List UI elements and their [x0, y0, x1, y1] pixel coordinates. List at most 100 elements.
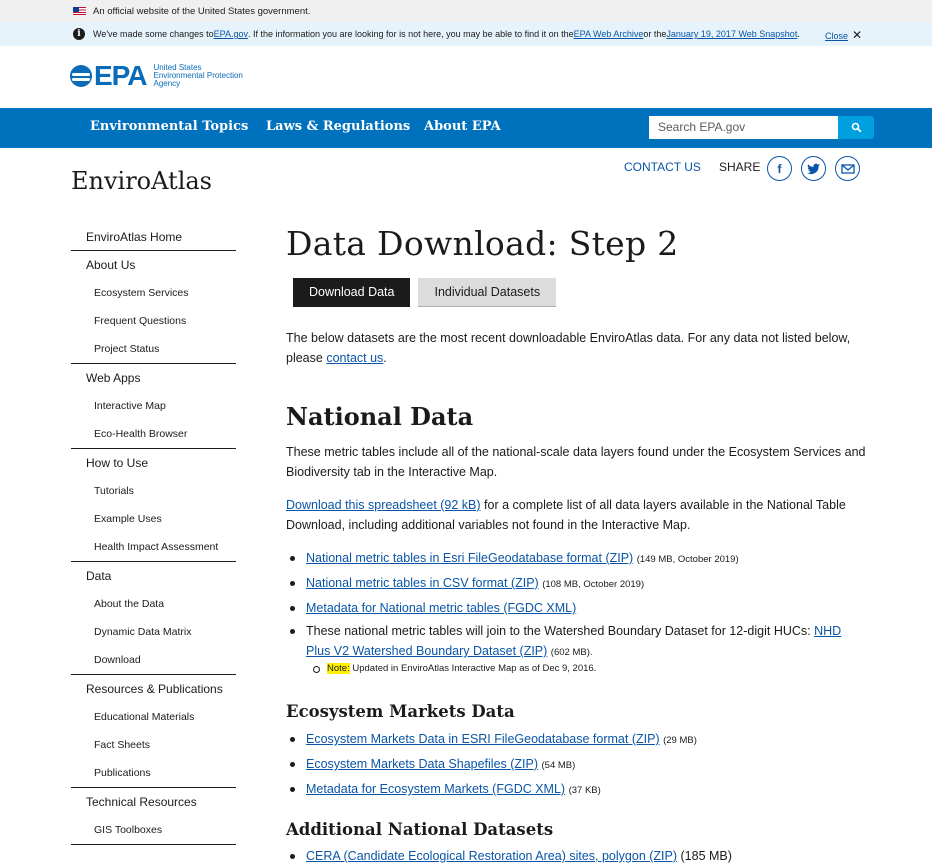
search-input[interactable]: Search EPA.gov	[649, 116, 838, 139]
list-item: Metadata for Ecosystem Markets (FGDC XML…	[286, 779, 866, 801]
sidebar-group-about: About Us Ecosystem Services Frequent Que…	[71, 251, 236, 364]
sidebar-subitem[interactable]: Health Impact Assessment	[71, 533, 236, 561]
intro-text: .	[383, 351, 387, 365]
download-link[interactable]: Ecosystem Markets Data in ESRI FileGeoda…	[306, 732, 660, 746]
nav-environmental-topics[interactable]: Environmental Topics	[90, 119, 248, 134]
list-item: These national metric tables will join t…	[286, 621, 866, 663]
page-title: Data Download: Step 2	[286, 224, 679, 263]
sidebar-subitem[interactable]: Eco-Health Browser	[71, 420, 236, 448]
close-notice-button[interactable]: Close ✕	[825, 28, 862, 42]
sidebar-subitem[interactable]: GIS Toolboxes	[71, 816, 236, 844]
envelope-glyph	[840, 163, 855, 174]
note-label: Note:	[327, 663, 350, 674]
download-link[interactable]: CERA (Candidate Ecological Restoration A…	[306, 849, 677, 863]
close-icon[interactable]: ✕	[852, 28, 862, 42]
download-spreadsheet-link[interactable]: Download this spreadsheet (92 kB)	[286, 498, 481, 512]
file-meta: (149 MB, October 2019)	[636, 554, 739, 565]
huc-text: These national metric tables will join t…	[306, 624, 815, 638]
email-icon[interactable]	[835, 156, 860, 181]
sidebar-subitem[interactable]: Educational Materials	[71, 703, 236, 731]
spreadsheet-paragraph: Download this spreadsheet (92 kB) for a …	[286, 495, 866, 535]
tab-bar: Download Data Individual Datasets	[293, 278, 557, 307]
notice-text: or the	[643, 29, 667, 39]
additional-datasets-heading: Additional National Datasets	[286, 820, 554, 839]
download-link[interactable]: National metric tables in Esri FileGeoda…	[306, 551, 633, 565]
site-header: EPA United States Environmental Protecti…	[0, 46, 932, 108]
metadata-link[interactable]: Metadata for National metric tables (FGD…	[306, 601, 576, 615]
list-item: Ecosystem Markets Data in ESRI FileGeoda…	[286, 729, 866, 751]
sidebar-nav: EnviroAtlas Home About Us Ecosystem Serv…	[71, 223, 236, 845]
sidebar-subitem[interactable]: Publications	[71, 759, 236, 787]
tab-download-data[interactable]: Download Data	[293, 278, 411, 307]
download-link[interactable]: Ecosystem Markets Data Shapefiles (ZIP)	[306, 757, 538, 771]
main-nav: Environmental Topics Laws & Regulations …	[0, 108, 932, 148]
nav-laws-regulations[interactable]: Laws & Regulations	[266, 119, 410, 134]
notice-text: .	[797, 29, 800, 39]
web-archive-link[interactable]: EPA Web Archive	[574, 29, 644, 39]
epa-logo[interactable]: EPA United States Environmental Protecti…	[70, 60, 243, 91]
contact-us-link[interactable]: CONTACT US	[624, 160, 701, 174]
sidebar-group-how-to-use: How to Use Tutorials Example Uses Health…	[71, 449, 236, 562]
contact-us-inline-link[interactable]: contact us	[326, 351, 383, 365]
file-meta: (37 KB)	[568, 785, 601, 796]
twitter-bird-glyph	[806, 163, 820, 174]
site-title[interactable]: EnviroAtlas	[71, 167, 212, 195]
sidebar-item-data[interactable]: Data	[71, 562, 236, 590]
list-item: National metric tables in CSV format (ZI…	[286, 573, 866, 595]
search-icon	[851, 122, 861, 133]
markets-download-list: Ecosystem Markets Data in ESRI FileGeoda…	[286, 729, 866, 801]
epa-gov-link[interactable]: EPA.gov	[214, 29, 248, 39]
main-content: Data Download: Step 2 Download Data Indi…	[286, 224, 866, 863]
intro-paragraph: The below datasets are the most recent d…	[286, 328, 866, 368]
sidebar-group-technical: Technical Resources GIS Toolboxes	[71, 788, 236, 845]
list-item: Ecosystem Markets Data Shapefiles (ZIP) …	[286, 754, 866, 776]
sidebar-subitem[interactable]: Fact Sheets	[71, 731, 236, 759]
additional-download-list: CERA (Candidate Ecological Restoration A…	[286, 846, 866, 864]
file-meta: (602 MB).	[550, 647, 593, 658]
sidebar-subitem[interactable]: Example Uses	[71, 505, 236, 533]
download-link[interactable]: National metric tables in CSV format (ZI…	[306, 576, 539, 590]
close-label[interactable]: Close	[825, 31, 848, 41]
web-snapshot-link[interactable]: January 19, 2017 Web Snapshot	[666, 29, 797, 39]
share-label: SHARE	[719, 160, 761, 174]
sidebar-subitem[interactable]: Interactive Map	[71, 392, 236, 420]
logo-subtitle: United States Environmental Protection A…	[154, 64, 243, 88]
notice-text: We've made some changes to	[93, 29, 214, 39]
file-meta: (185 MB)	[680, 849, 732, 863]
sidebar-subitem[interactable]: Download	[71, 646, 236, 674]
sidebar-subitem[interactable]: About the Data	[71, 590, 236, 618]
official-banner: An official website of the United States…	[0, 0, 932, 22]
sidebar-item-resources[interactable]: Resources & Publications	[71, 675, 236, 703]
sidebar-group-web-apps: Web Apps Interactive Map Eco-Health Brow…	[71, 364, 236, 449]
notice-text: . If the information you are looking for…	[247, 29, 574, 39]
file-meta: (29 MB)	[663, 735, 697, 746]
tab-individual-datasets[interactable]: Individual Datasets	[418, 278, 557, 307]
sidebar-item-home[interactable]: EnviroAtlas Home	[71, 223, 236, 251]
sidebar-subitem[interactable]: Dynamic Data Matrix	[71, 618, 236, 646]
sidebar-item-about-us[interactable]: About Us	[71, 251, 236, 279]
sidebar-item-how-to-use[interactable]: How to Use	[71, 449, 236, 477]
sidebar-item-technical-resources[interactable]: Technical Resources	[71, 788, 236, 816]
nav-about-epa[interactable]: About EPA	[424, 119, 501, 134]
facebook-icon[interactable]: f	[767, 156, 792, 181]
sidebar-subitem[interactable]: Tutorials	[71, 477, 236, 505]
sidebar-subitem[interactable]: Ecosystem Services	[71, 279, 236, 307]
file-meta: (108 MB, October 2019)	[542, 579, 645, 590]
us-flag-icon	[73, 7, 86, 15]
list-item: CERA (Candidate Ecological Restoration A…	[286, 846, 866, 864]
note-item: Note: Updated in EnviroAtlas Interactive…	[286, 660, 866, 678]
twitter-icon[interactable]	[801, 156, 826, 181]
sidebar-group-resources: Resources & Publications Educational Mat…	[71, 675, 236, 788]
national-data-heading: National Data	[286, 402, 474, 431]
sidebar-item-web-apps[interactable]: Web Apps	[71, 364, 236, 392]
sidebar-subitem[interactable]: Project Status	[71, 335, 236, 363]
logo-subtitle-line: Agency	[153, 79, 181, 88]
site-notice: i We've made some changes to EPA.gov. If…	[0, 22, 932, 46]
official-banner-text: An official website of the United States…	[93, 5, 311, 17]
logo-text: EPA	[94, 60, 147, 91]
metadata-link[interactable]: Metadata for Ecosystem Markets (FGDC XML…	[306, 782, 565, 796]
sidebar-subitem[interactable]: Frequent Questions	[71, 307, 236, 335]
list-item: Metadata for National metric tables (FGD…	[286, 598, 866, 618]
national-download-list: National metric tables in Esri FileGeoda…	[286, 548, 866, 663]
search-button[interactable]	[838, 116, 874, 139]
